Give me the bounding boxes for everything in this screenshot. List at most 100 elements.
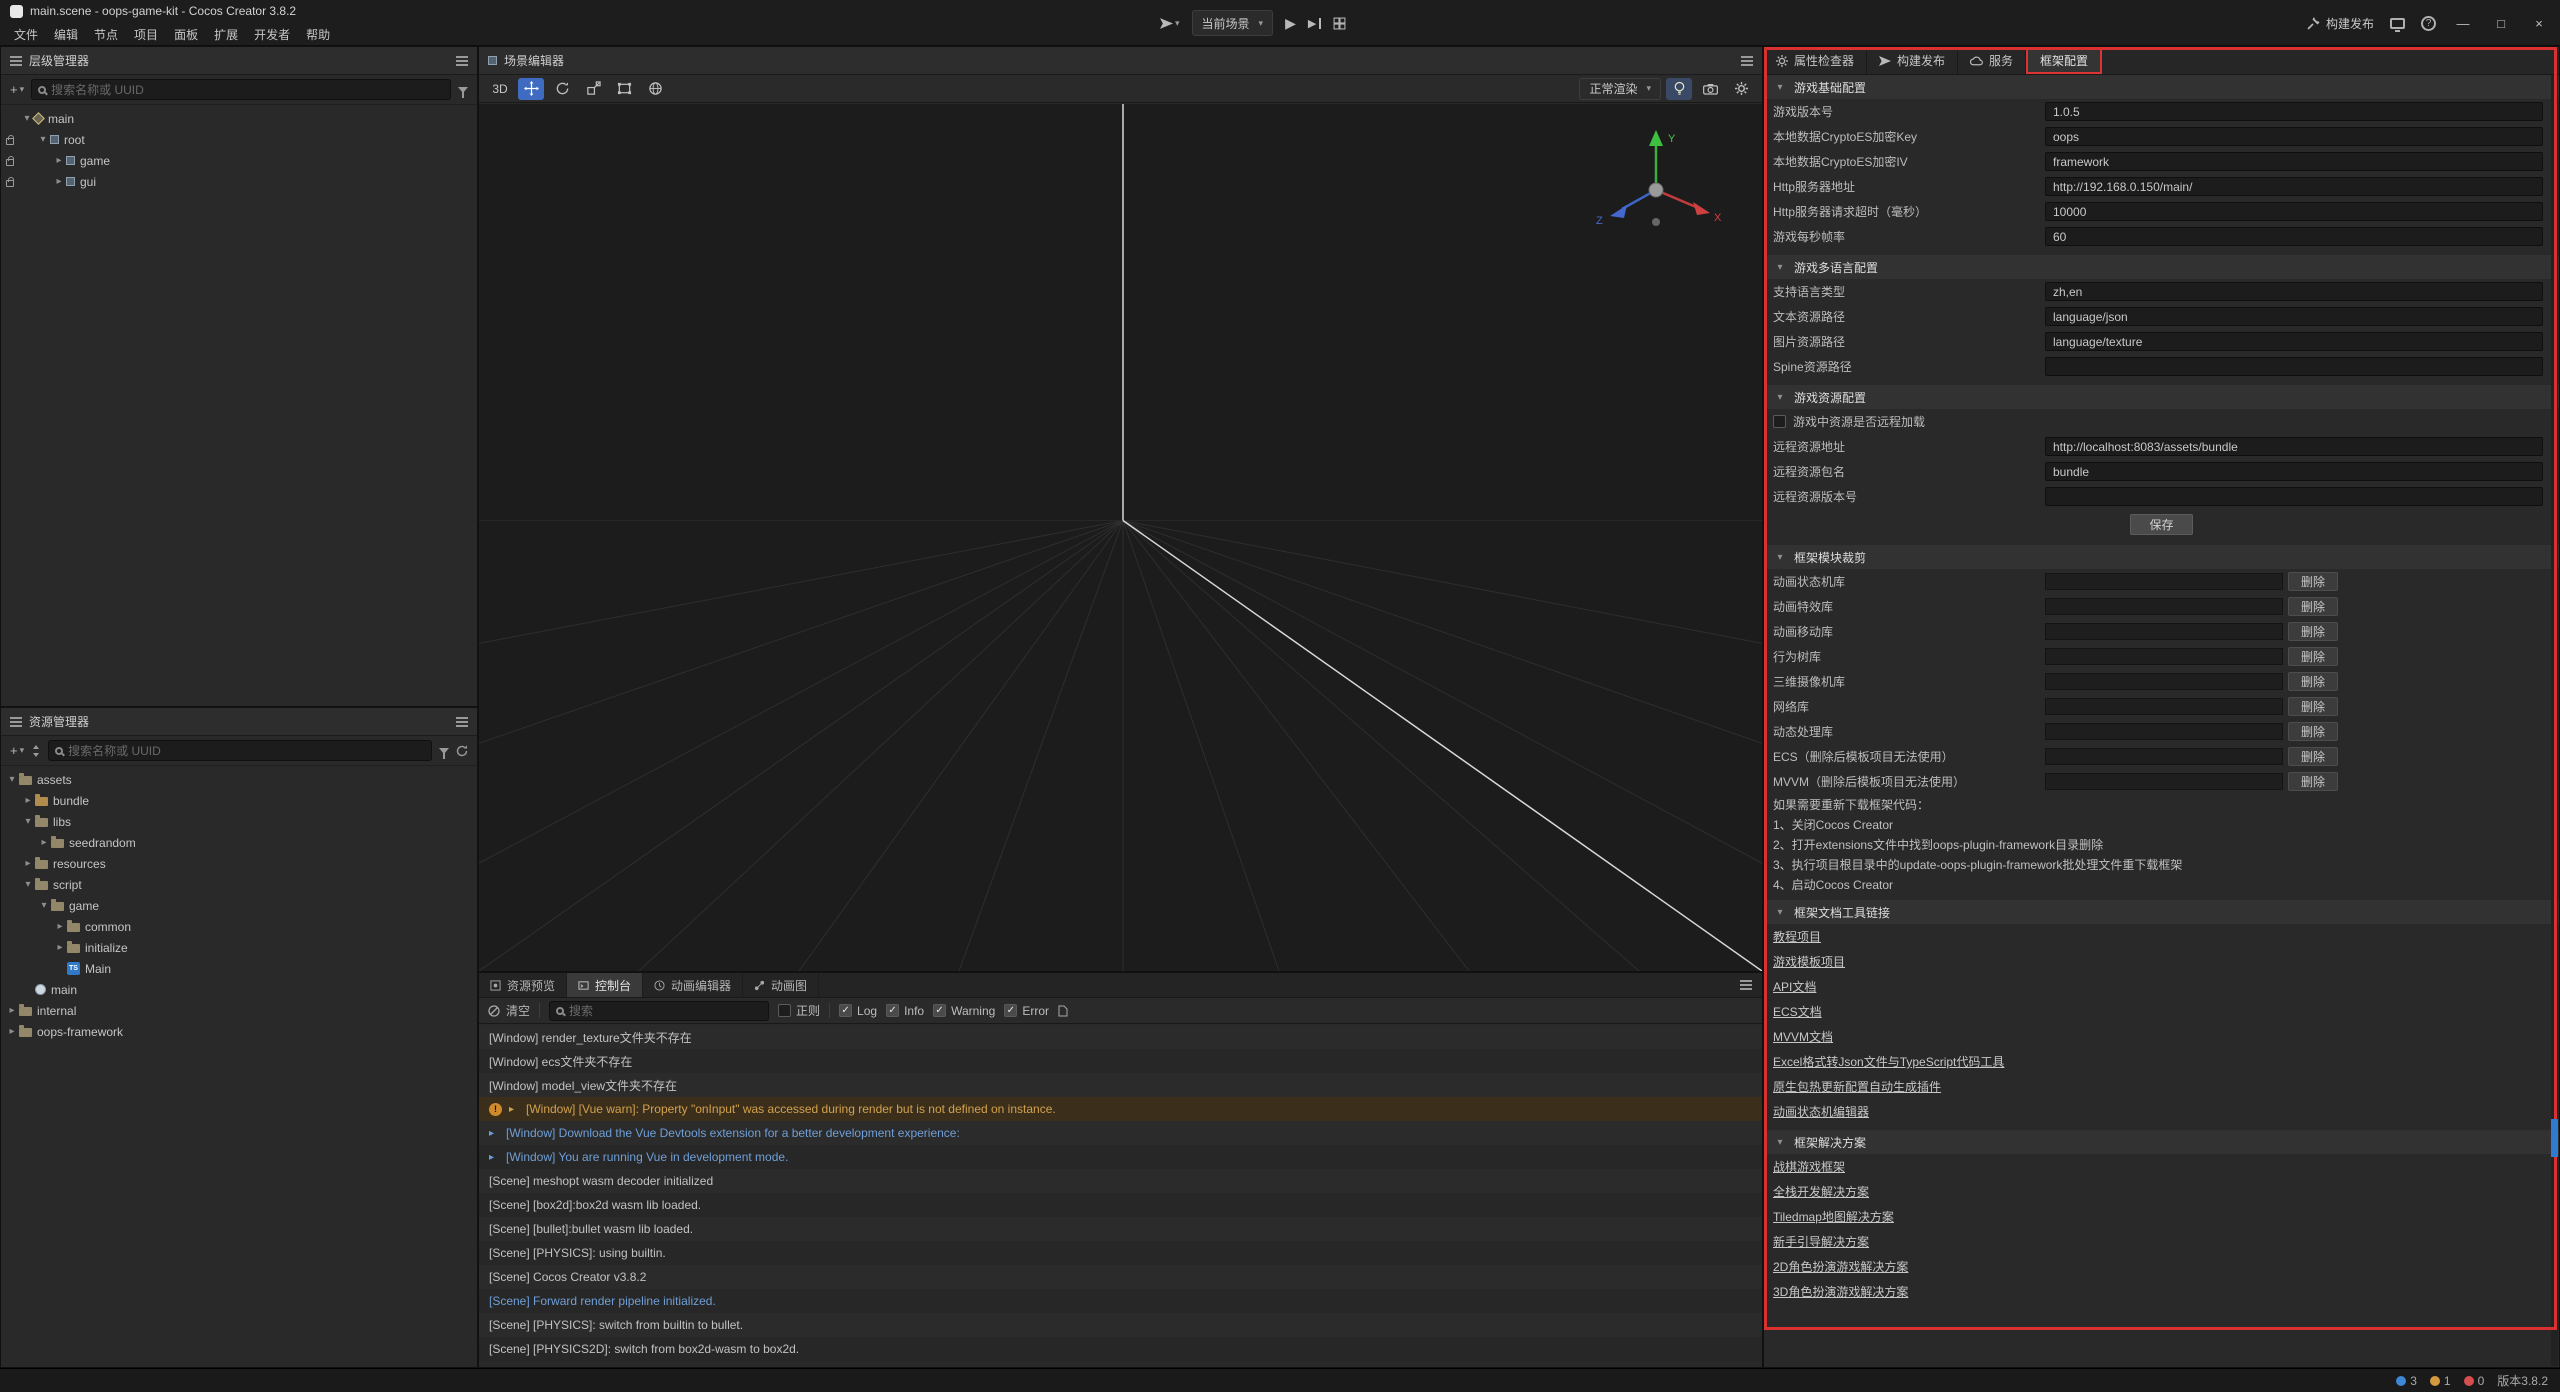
delete-button[interactable]: 删除 bbox=[2288, 572, 2338, 591]
filter-icon[interactable] bbox=[439, 748, 449, 754]
log-row-info[interactable]: [Window] Download the Vue Devtools exten… bbox=[479, 1121, 1762, 1145]
remote-version-input[interactable] bbox=[2045, 487, 2543, 506]
create-node-button[interactable]: +▾ bbox=[10, 82, 24, 97]
panel-menu-icon[interactable] bbox=[1740, 984, 1752, 986]
lock-gutter[interactable] bbox=[1, 156, 18, 166]
lock-gutter[interactable] bbox=[1, 135, 18, 145]
remote-url-input[interactable] bbox=[2045, 437, 2543, 456]
doc-link[interactable]: ECS文档 bbox=[1773, 1003, 1822, 1020]
scale-tool-button[interactable] bbox=[580, 78, 606, 100]
crypto-key-input[interactable] bbox=[2045, 127, 2543, 146]
delete-button[interactable]: 删除 bbox=[2288, 597, 2338, 616]
log-row[interactable]: [Scene] [bullet]:bullet wasm lib loaded. bbox=[479, 1217, 1762, 1241]
tree-row[interactable]: root bbox=[1, 129, 477, 150]
expand-arrow-icon[interactable] bbox=[53, 921, 67, 932]
preview-monitor-icon[interactable] bbox=[2390, 18, 2405, 29]
move-tool-button[interactable] bbox=[518, 78, 544, 100]
crypto-iv-input[interactable] bbox=[2045, 152, 2543, 171]
log-row[interactable]: [Scene] [box2d]:box2d wasm lib loaded. bbox=[479, 1193, 1762, 1217]
scene-viewport[interactable]: Y X Z bbox=[479, 104, 1762, 971]
tree-row[interactable]: assets bbox=[1, 769, 477, 790]
expand-arrow-icon[interactable] bbox=[36, 134, 50, 145]
solution-link[interactable]: Tiledmap地图解决方案 bbox=[1773, 1208, 1894, 1225]
tree-row[interactable]: script bbox=[1, 874, 477, 895]
menu-edit[interactable]: 编辑 bbox=[46, 26, 86, 44]
expand-arrow-icon[interactable] bbox=[5, 1026, 19, 1037]
texture-path-input[interactable] bbox=[2045, 332, 2543, 351]
mode-3d-button[interactable]: 3D bbox=[487, 78, 513, 100]
tree-row[interactable]: Main bbox=[1, 958, 477, 979]
panel-menu-icon[interactable] bbox=[456, 60, 468, 62]
menu-project[interactable]: 项目 bbox=[126, 26, 166, 44]
delete-button[interactable]: 删除 bbox=[2288, 697, 2338, 716]
log-row[interactable]: [Window] render_texture文件夹不存在 bbox=[479, 1025, 1762, 1049]
tab-animation-graph[interactable]: 动画图 bbox=[743, 973, 819, 997]
doc-link[interactable]: API文档 bbox=[1773, 978, 1816, 995]
tree-row[interactable]: common bbox=[1, 916, 477, 937]
regex-toggle[interactable]: 正则 bbox=[778, 1002, 820, 1019]
filter-warning[interactable]: Warning bbox=[933, 1004, 995, 1018]
remote-load-row[interactable]: 游戏中资源是否远程加载 bbox=[1764, 409, 2559, 434]
section-language[interactable]: 游戏多语言配置 bbox=[1764, 255, 2559, 279]
error-count-chip[interactable]: 0 bbox=[2464, 1374, 2485, 1388]
tab-property-inspector[interactable]: 属性检查器 bbox=[1764, 47, 1867, 74]
fps-input[interactable] bbox=[2045, 227, 2543, 246]
log-row[interactable]: [Scene] meshopt wasm decoder initialized bbox=[479, 1169, 1762, 1193]
expand-arrow-icon[interactable] bbox=[21, 816, 35, 827]
doc-link[interactable]: Excel格式转Json文件与TypeScript代码工具 bbox=[1773, 1053, 2004, 1070]
menu-help[interactable]: 帮助 bbox=[298, 26, 338, 44]
tree-row[interactable]: main bbox=[1, 108, 477, 129]
rect-tool-button[interactable] bbox=[611, 78, 637, 100]
play-button[interactable]: ▶ bbox=[1285, 15, 1296, 32]
menu-node[interactable]: 节点 bbox=[86, 26, 126, 44]
world-tool-button[interactable] bbox=[642, 78, 668, 100]
tree-row[interactable]: libs bbox=[1, 811, 477, 832]
scene-select-dropdown[interactable]: 当前场景 ▾ bbox=[1192, 10, 1274, 36]
console-search-input[interactable] bbox=[569, 1004, 762, 1018]
http-server-input[interactable] bbox=[2045, 177, 2543, 196]
tree-row[interactable]: main bbox=[1, 979, 477, 1000]
menu-developer[interactable]: 开发者 bbox=[246, 26, 298, 44]
expand-arrow-icon[interactable] bbox=[509, 1104, 519, 1115]
tab-animation-editor[interactable]: 动画编辑器 bbox=[643, 973, 743, 997]
tree-row[interactable]: internal bbox=[1, 1000, 477, 1021]
delete-button[interactable]: 删除 bbox=[2288, 622, 2338, 641]
log-row[interactable]: [Scene] [PHYSICS2D]: switch from box2d-w… bbox=[479, 1337, 1762, 1361]
tab-console[interactable]: 控制台 bbox=[567, 973, 643, 997]
console-log-list[interactable]: [Window] render_texture文件夹不存在 [Window] e… bbox=[479, 1025, 1762, 1367]
log-row[interactable]: [Window] ecs文件夹不存在 bbox=[479, 1049, 1762, 1073]
log-row[interactable]: [Scene] Cocos Creator v3.8.2 bbox=[479, 1265, 1762, 1289]
layout-button[interactable] bbox=[1333, 17, 1346, 30]
filter-log[interactable]: Log bbox=[839, 1004, 877, 1018]
solution-link[interactable]: 新手引导解决方案 bbox=[1773, 1233, 1869, 1250]
expand-arrow-icon[interactable] bbox=[52, 155, 66, 166]
console-search[interactable] bbox=[549, 1001, 769, 1021]
panel-menu-icon[interactable] bbox=[1741, 60, 1753, 62]
tab-services[interactable]: 服务 bbox=[1958, 47, 2026, 74]
section-game-basic[interactable]: 游戏基础配置 bbox=[1764, 75, 2559, 99]
menu-extension[interactable]: 扩展 bbox=[206, 26, 246, 44]
expand-arrow-icon[interactable] bbox=[5, 774, 19, 785]
info-checkbox[interactable] bbox=[886, 1004, 899, 1017]
log-row[interactable]: [Scene] [PHYSICS]: using builtin. bbox=[479, 1241, 1762, 1265]
tree-row[interactable]: game bbox=[1, 150, 477, 171]
light-toggle-button[interactable] bbox=[1666, 78, 1692, 100]
expand-arrow-icon[interactable] bbox=[37, 837, 51, 848]
section-module-trim[interactable]: 框架模块裁剪 bbox=[1764, 545, 2559, 569]
save-button[interactable]: 保存 bbox=[2130, 514, 2192, 535]
close-button[interactable]: × bbox=[2528, 16, 2550, 31]
assets-search[interactable] bbox=[48, 740, 432, 761]
build-publish-button[interactable]: 构建发布 bbox=[2307, 15, 2374, 32]
axis-gizmo[interactable]: Y X Z bbox=[1586, 122, 1726, 242]
inspector-scrollbar[interactable] bbox=[2551, 75, 2558, 1366]
expand-arrow-icon[interactable] bbox=[21, 795, 35, 806]
tree-row[interactable]: oops-framework bbox=[1, 1021, 477, 1042]
assets-search-input[interactable] bbox=[68, 744, 425, 758]
expand-arrow-icon[interactable] bbox=[53, 942, 67, 953]
tree-row[interactable]: resources bbox=[1, 853, 477, 874]
tab-asset-preview[interactable]: 资源预览 bbox=[479, 973, 567, 997]
remote-load-checkbox[interactable] bbox=[1773, 415, 1786, 428]
tab-build-publish[interactable]: 构建发布 bbox=[1867, 47, 1958, 74]
scene-settings-button[interactable] bbox=[1728, 78, 1754, 100]
step-button[interactable]: ▶ bbox=[1308, 17, 1321, 30]
